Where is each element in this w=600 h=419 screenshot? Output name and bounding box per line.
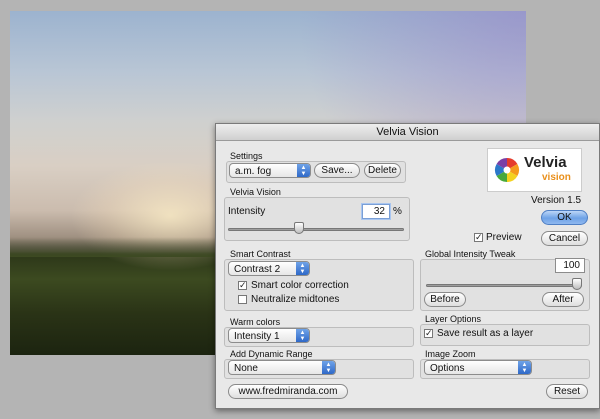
velvia-logo: Velvia vision bbox=[487, 148, 582, 192]
image-zoom-popup[interactable]: Options ▲ ▼ bbox=[424, 360, 532, 375]
smart-contrast-popup[interactable]: Contrast 2 ▲ ▼ bbox=[228, 261, 310, 276]
intensity-unit: % bbox=[393, 206, 402, 217]
website-button[interactable]: www.fredmiranda.com bbox=[228, 384, 348, 399]
popup-arrows-icon: ▲ ▼ bbox=[297, 164, 310, 177]
velvia-vision-dialog: Velvia Vision Settings a.m. fog ▲ ▼ Save.… bbox=[215, 123, 600, 409]
settings-popup-value: a.m. fog bbox=[235, 166, 272, 177]
preview-checkbox[interactable]: ✓ bbox=[474, 233, 483, 242]
dialog-title: Velvia Vision bbox=[216, 124, 599, 141]
velvia-vision-label: Velvia Vision bbox=[230, 187, 281, 197]
before-button[interactable]: Before bbox=[424, 292, 466, 307]
layer-options-label: Layer Options bbox=[425, 314, 482, 324]
settings-label: Settings bbox=[230, 151, 263, 161]
smart-contrast-label: Smart Contrast bbox=[230, 249, 291, 259]
image-zoom-label: Image Zoom bbox=[425, 349, 476, 359]
delete-button[interactable]: Delete bbox=[364, 163, 401, 178]
intensity-label: Intensity bbox=[228, 206, 266, 217]
preview-label: Preview bbox=[486, 232, 522, 243]
after-button[interactable]: After bbox=[542, 292, 584, 307]
save-as-layer-checkbox[interactable]: ✓ bbox=[424, 329, 433, 338]
warm-colors-popup[interactable]: Intensity 1 ▲ ▼ bbox=[228, 328, 310, 343]
ok-button[interactable]: OK bbox=[541, 210, 588, 225]
global-intensity-label: Global Intensity Tweak bbox=[425, 249, 516, 259]
dynamic-range-popup[interactable]: None ▲ ▼ bbox=[228, 360, 336, 375]
save-as-layer-label: Save result as a layer bbox=[437, 328, 534, 339]
popup-arrows-icon: ▲ ▼ bbox=[322, 361, 335, 374]
global-intensity-slider-track[interactable] bbox=[426, 284, 582, 287]
logo-text-vision: vision bbox=[542, 172, 571, 183]
logo-text-velvia: Velvia bbox=[524, 154, 567, 171]
dynamic-range-popup-value: None bbox=[234, 363, 258, 374]
popup-arrows-icon: ▲ ▼ bbox=[296, 262, 309, 275]
neutralize-midtones-checkbox[interactable] bbox=[238, 295, 247, 304]
smart-contrast-popup-value: Contrast 2 bbox=[234, 264, 281, 275]
intensity-field[interactable]: 32 bbox=[362, 204, 390, 219]
settings-popup[interactable]: a.m. fog ▲ ▼ bbox=[229, 163, 311, 178]
intensity-slider-track[interactable] bbox=[228, 228, 404, 231]
smart-color-correction-checkbox[interactable]: ✓ bbox=[238, 281, 247, 290]
dynamic-range-label: Add Dynamic Range bbox=[230, 349, 313, 359]
cancel-button[interactable]: Cancel bbox=[541, 231, 588, 246]
save-button[interactable]: Save... bbox=[314, 163, 360, 178]
global-intensity-field[interactable]: 100 bbox=[555, 258, 585, 273]
neutralize-midtones-label: Neutralize midtones bbox=[251, 294, 340, 305]
popup-arrows-icon: ▲ ▼ bbox=[518, 361, 531, 374]
popup-arrows-icon: ▲ ▼ bbox=[296, 329, 309, 342]
reset-button[interactable]: Reset bbox=[546, 384, 588, 399]
global-intensity-slider-knob[interactable] bbox=[572, 278, 582, 290]
image-zoom-popup-value: Options bbox=[430, 363, 465, 374]
warm-colors-popup-value: Intensity 1 bbox=[234, 331, 280, 342]
version-text: Version 1.5 bbox=[531, 195, 582, 206]
smart-color-correction-label: Smart color correction bbox=[251, 280, 349, 291]
warm-colors-label: Warm colors bbox=[230, 317, 281, 327]
